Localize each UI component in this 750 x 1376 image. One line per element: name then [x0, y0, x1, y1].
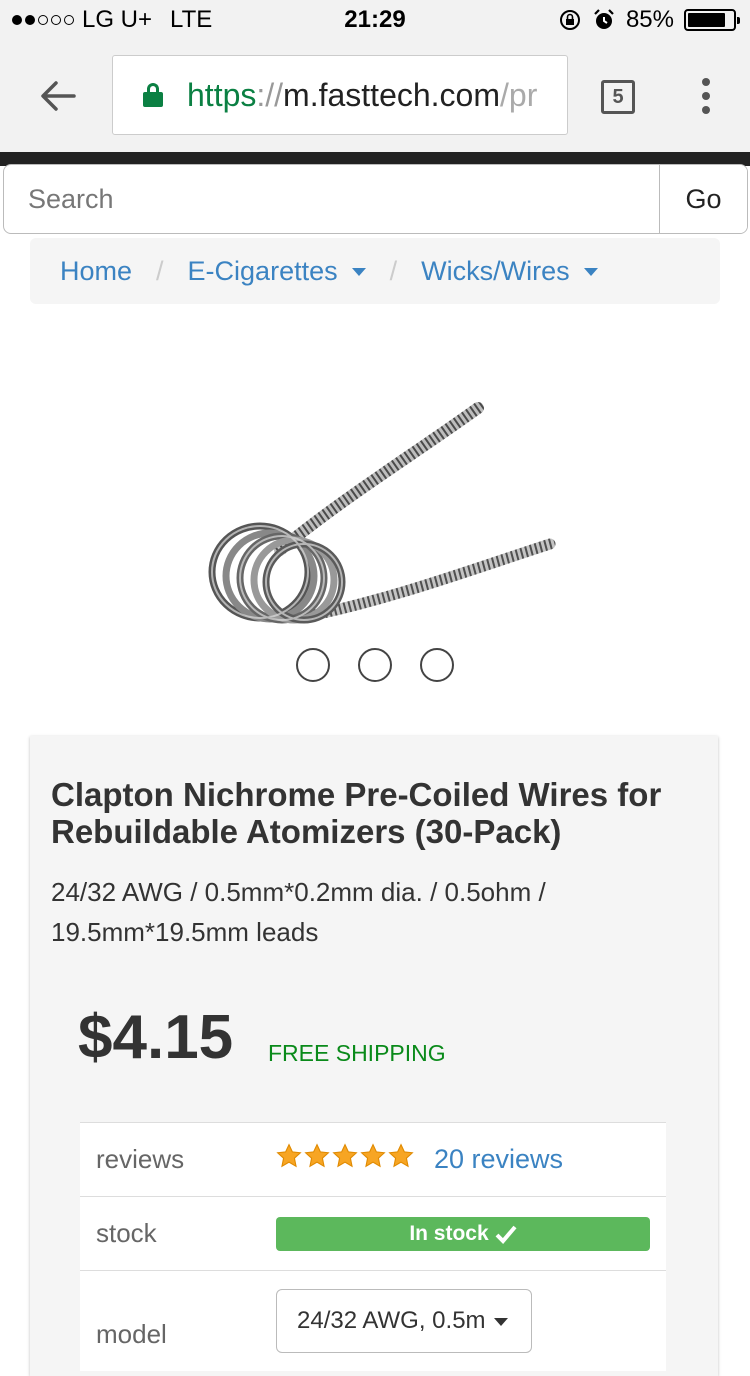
carousel-dot[interactable] [420, 648, 454, 682]
shipping-label: FREE SHIPPING [268, 1040, 446, 1066]
table-row: model 24/32 AWG, 0.5m [80, 1271, 666, 1371]
stock-status-badge: In stock [276, 1216, 650, 1251]
caret-down-icon [493, 1318, 508, 1326]
star-icon [360, 1142, 386, 1167]
caret-down-icon [351, 268, 366, 276]
alarm-icon [594, 9, 614, 29]
battery-icon [684, 9, 740, 31]
table-row: reviews 20 reviews [80, 1123, 666, 1197]
star-icon [332, 1142, 358, 1167]
url-host: m.fasttech.com [283, 76, 500, 113]
secure-lock-icon [143, 83, 163, 107]
model-select-value: 24/32 AWG, 0.5m [297, 1307, 486, 1334]
carousel-dot[interactable] [296, 648, 330, 682]
breadcrumb-wicks-wires[interactable]: Wicks/Wires [421, 255, 598, 287]
rotation-lock-icon [559, 10, 580, 30]
product-card: Clapton Nichrome Pre-Coiled Wires for Re… [30, 736, 718, 1376]
stock-label: stock [96, 1218, 157, 1248]
battery-percent: 85% [625, 6, 674, 33]
breadcrumb-divider: / [389, 255, 398, 286]
star-icon [304, 1142, 330, 1167]
breadcrumb-home[interactable]: Home [60, 256, 132, 287]
more-menu-icon[interactable] [700, 78, 712, 114]
product-subtitle: 24/32 AWG / 0.5mm*0.2mm dia. / 0.5ohm / … [51, 877, 546, 947]
search-bar: Go [3, 164, 748, 234]
url-path: /pr [500, 76, 538, 113]
caret-down-icon [583, 268, 598, 276]
url-scheme: https [187, 76, 257, 113]
breadcrumb-label: Wicks/Wires [421, 255, 570, 286]
breadcrumb-label: E-Cigarettes [187, 255, 338, 286]
breadcrumb: Home / E-Cigarettes / Wicks/Wires [30, 238, 720, 304]
star-icon [276, 1142, 302, 1167]
breadcrumb-divider: / [156, 255, 164, 286]
product-title: Clapton Nichrome Pre-Coiled Wires for Re… [51, 776, 662, 850]
table-row: stock In stock [80, 1197, 666, 1271]
product-price: $4.15 [78, 1003, 234, 1072]
status-bar: LG U+ LTE 21:29 85% [0, 0, 750, 40]
go-button[interactable]: Go [659, 165, 747, 233]
tab-count-button[interactable]: 5 [601, 80, 635, 114]
carousel-dot[interactable] [358, 648, 392, 682]
product-image[interactable] [200, 380, 560, 640]
stock-status-text: In stock [409, 1221, 489, 1245]
back-arrow-icon[interactable] [38, 76, 78, 116]
breadcrumb-e-cigarettes[interactable]: E-Cigarettes [188, 256, 366, 287]
carousel-indicators [0, 648, 750, 682]
search-input[interactable] [4, 165, 659, 233]
address-bar[interactable]: https://m.fasttech.com/pr [112, 55, 568, 135]
star-icon [388, 1142, 414, 1167]
reviews-label: reviews [96, 1144, 185, 1174]
browser-toolbar: https://m.fasttech.com/pr 5 [0, 40, 750, 152]
checkmark-icon [495, 1225, 517, 1244]
rating-stars [276, 1142, 414, 1169]
url-separator: :// [256, 76, 284, 113]
reviews-link[interactable]: 20 reviews [434, 1144, 563, 1175]
model-select[interactable]: 24/32 AWG, 0.5m [276, 1289, 532, 1353]
model-label: model [96, 1318, 167, 1349]
